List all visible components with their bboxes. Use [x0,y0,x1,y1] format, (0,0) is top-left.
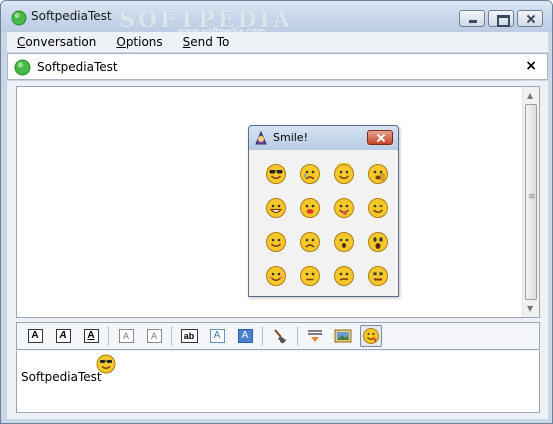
emoticon-sad[interactable] [293,158,327,192]
format-toolbar: A A A A A ab A A [16,322,540,350]
smile-smiley-icon [265,231,287,256]
sealed-smiley-icon [367,265,389,290]
emoticon-frown[interactable] [293,226,327,260]
emoticon-sealed[interactable] [361,260,395,294]
font-face-button[interactable]: ab [178,325,200,347]
menu-label: onversation [25,35,97,49]
maximize-button[interactable] [488,10,514,27]
smile-popup-title: Smile! [273,131,308,144]
insert-smiley-button[interactable] [360,325,382,347]
scroll-down-icon[interactable]: ▼ [527,304,533,313]
sad-smiley-icon [299,163,321,188]
brush-icon [274,329,286,344]
caption-buttons [459,10,543,27]
conversation-header: SoftpediaTest × [7,53,548,80]
toolbar-separator [171,326,172,346]
menu-conversation[interactable]: Conversation [7,35,106,49]
grip-icon: ≡ [528,192,536,202]
cool-smiley-icon [265,163,287,188]
history-scrollbar[interactable]: ▲ ≡ ▼ [522,87,539,317]
font-face-icon: ab [180,329,198,343]
app-icon [253,130,269,149]
menu-bar: Conversation Options Send To [7,32,548,52]
wink-smiley-icon [367,197,389,222]
underline-button[interactable]: A [80,325,102,347]
minimize-button[interactable] [459,10,485,27]
surprised-smiley-icon [333,231,355,256]
underline-icon: A [83,329,99,343]
text-color-button[interactable]: A [206,325,228,347]
toolbar-separator [297,326,298,346]
frown-smiley-icon [299,231,321,256]
font-larger-icon: A [118,329,134,343]
emoticon-smile[interactable] [259,226,293,260]
menu-label: ptions [125,35,163,49]
emoticon-tongue[interactable] [327,192,361,226]
emoticon-kiss[interactable] [293,192,327,226]
scroll-up-icon[interactable]: ▲ [527,91,533,100]
online-status-icon [11,10,27,29]
scroll-thumb[interactable]: ≡ [525,104,537,300]
close-conversation-button[interactable]: × [525,58,537,74]
cool-smiley-icon [96,354,116,377]
emoticon-angel[interactable] [327,158,361,192]
smile-popup-titlebar[interactable]: Smile! [249,126,398,150]
close-button[interactable] [517,10,543,27]
neutral-smiley-icon [299,265,321,290]
emoticon-confused[interactable] [327,260,361,294]
emoticon-neutral[interactable] [293,260,327,294]
emoticon-shocked[interactable] [361,226,395,260]
italic-button[interactable]: A [52,325,74,347]
smile-popup: Smile! [248,125,399,297]
background-color-button[interactable]: A [234,325,256,347]
smiley-icon [363,328,379,344]
message-input[interactable]: SoftpediaTest [16,351,540,413]
emoticon-surprised[interactable] [327,226,361,260]
confused-smiley-icon [333,265,355,290]
emoticon-wink[interactable] [361,192,395,226]
menu-mnemonic: O [116,35,126,49]
smile-popup-close-button[interactable] [367,130,393,145]
emoticon-cool[interactable] [259,158,293,192]
emoticon-embarrassed[interactable] [259,260,293,294]
clear-formatting-button[interactable] [269,325,291,347]
image-icon [334,329,352,343]
emoticon-grin[interactable] [259,192,293,226]
text-color-icon: A [209,329,225,343]
input-text: SoftpediaTest [21,370,102,384]
insert-rule-button[interactable] [304,325,326,347]
font-smaller-button[interactable]: A [143,325,165,347]
kiss-smiley-icon [299,197,321,222]
font-smaller-icon: A [146,329,162,343]
horizontal-rule-icon [308,330,322,342]
tongue-smiley-icon [333,197,355,222]
menu-options[interactable]: Options [106,35,172,49]
background-color-icon: A [237,329,253,343]
emoticon-shush[interactable] [361,158,395,192]
grin-smiley-icon [265,197,287,222]
shocked-smiley-icon [367,231,389,256]
bold-button[interactable]: A [24,325,46,347]
italic-icon: A [55,329,71,343]
window-title: SoftpediaTest [31,9,112,23]
toolbar-separator [262,326,263,346]
menu-label: end To [190,35,230,49]
title-bar[interactable]: SoftpediaTest SOFTPEDIA www.softpedia.co… [1,1,552,37]
bold-icon: A [27,329,43,343]
embarrassed-smiley-icon [265,265,287,290]
menu-send-to[interactable]: Send To [173,35,240,49]
contact-name: SoftpediaTest [37,60,118,74]
font-larger-button[interactable]: A [115,325,137,347]
insert-image-button[interactable] [332,325,354,347]
contact-status-icon [14,59,31,79]
toolbar-separator [108,326,109,346]
emoticon-grid [259,158,395,294]
shush-smiley-icon [367,163,389,188]
angel-smiley-icon [333,162,355,188]
